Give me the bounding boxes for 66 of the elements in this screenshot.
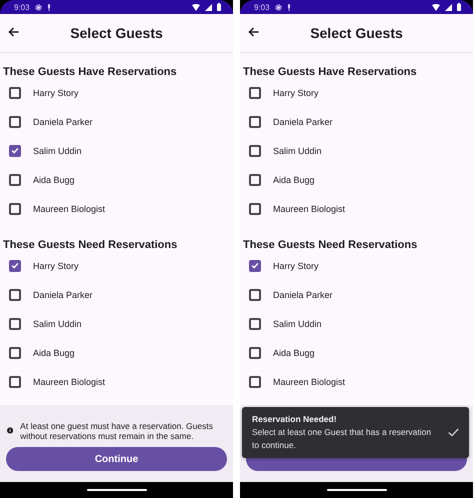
checkbox[interactable]	[249, 174, 261, 186]
back-arrow-icon[interactable]	[248, 27, 259, 37]
notice-text: At least one guest must have a reservation. Guests without reservations must remain in the same.	[20, 420, 214, 441]
checkbox[interactable]	[9, 202, 21, 214]
checkbox[interactable]	[249, 376, 261, 388]
guest-name: Daniela Parker	[33, 290, 93, 300]
guest-name: Maureen Biologist	[273, 204, 346, 214]
guest-name: Daniela Parker	[273, 290, 333, 300]
guest-name: Aida Bugg	[273, 348, 315, 358]
checkbox[interactable]	[249, 260, 261, 272]
battery-icon	[457, 3, 461, 11]
screen-title: Select Guests	[69, 25, 164, 41]
guest-name: Harry Story	[33, 88, 79, 98]
section-heading: These Guests Need Reservations	[243, 238, 418, 251]
guest-name: Salim Uddin	[273, 146, 322, 156]
signal-icon	[205, 4, 212, 10]
checkbox[interactable]	[249, 288, 261, 300]
guest-name: Salim Uddin	[33, 146, 82, 156]
back-arrow-icon[interactable]	[8, 27, 19, 37]
guest-name: Salim Uddin	[33, 318, 82, 328]
guest-name: Aida Bugg	[33, 174, 75, 184]
guest-name: Harry Story	[33, 260, 79, 270]
section-heading: These Guests Have Reservations	[243, 65, 418, 78]
guest-name: Aida Bugg	[33, 348, 75, 358]
settings-icon	[274, 4, 282, 10]
checkbox[interactable]	[9, 144, 21, 156]
checkbox[interactable]	[9, 376, 21, 388]
guest-name: Salim Uddin	[273, 318, 322, 328]
checkbox[interactable]	[9, 260, 21, 272]
guest-name: Harry Story	[273, 260, 319, 270]
checkmark-icon[interactable]	[448, 428, 459, 438]
guest-name: Maureen Biologist	[33, 376, 106, 386]
snackbar-title: Reservation Needed!	[252, 414, 338, 424]
checkbox[interactable]	[249, 346, 261, 358]
continue-button[interactable]: Continue	[6, 447, 227, 471]
snackbar-message: Select at least one Guest that has a reservation to continue.	[252, 426, 432, 451]
checkbox[interactable]	[249, 202, 261, 214]
checkbox[interactable]	[9, 86, 21, 98]
checkbox[interactable]	[249, 318, 261, 330]
guest-name: Aida Bugg	[273, 174, 315, 184]
wifi-icon	[432, 4, 440, 10]
wifi-icon	[192, 4, 200, 10]
microphone-icon	[286, 4, 291, 10]
microphone-icon	[46, 4, 51, 10]
checkbox[interactable]	[9, 116, 21, 128]
guest-name: Daniela Parker	[33, 116, 93, 126]
section-heading: These Guests Need Reservations	[3, 238, 178, 251]
checkbox[interactable]	[249, 116, 261, 128]
status-time: 9:03	[254, 2, 270, 12]
status-time: 9:03	[14, 2, 30, 12]
guest-name: Maureen Biologist	[33, 204, 106, 214]
settings-icon	[34, 4, 42, 10]
checkbox[interactable]	[9, 318, 21, 330]
guest-name: Maureen Biologist	[273, 376, 346, 386]
signal-icon	[445, 4, 452, 10]
guest-name: Harry Story	[273, 88, 319, 98]
checkbox[interactable]	[9, 174, 21, 186]
checkbox[interactable]	[249, 86, 261, 98]
section-heading: These Guests Have Reservations	[3, 65, 178, 78]
guest-name: Daniela Parker	[273, 116, 333, 126]
battery-icon	[217, 3, 221, 11]
screen-title: Select Guests	[309, 25, 404, 41]
checkbox[interactable]	[9, 346, 21, 358]
info-icon	[7, 425, 14, 436]
checkbox[interactable]	[249, 144, 261, 156]
checkbox[interactable]	[9, 288, 21, 300]
